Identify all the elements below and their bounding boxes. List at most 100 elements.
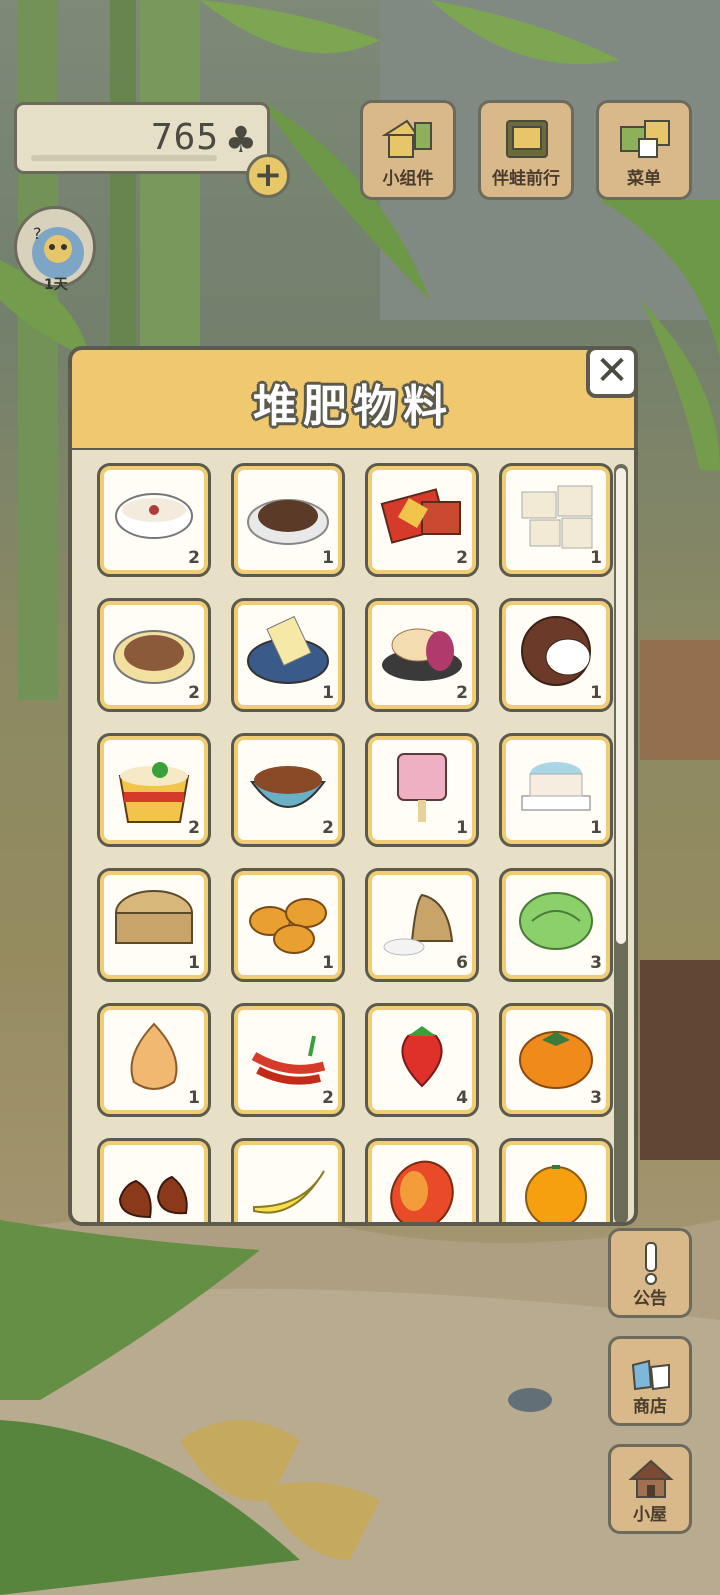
widget-label: 小组件 [382,169,434,189]
rice-porridge-icon [115,493,193,539]
widget-button[interactable]: 小组件 [360,100,456,200]
close-button[interactable]: ✕ [586,346,638,398]
item-slot[interactable]: 1 [231,868,345,982]
item-quantity: 2 [188,683,200,703]
persimmon-icon [519,1031,593,1089]
coffee-beans-icon [247,499,329,545]
mango-icon [390,1160,454,1222]
panel-header: 堆肥物料 [68,346,638,448]
notice-exclamation-icon [645,1242,657,1285]
item-quantity: 1 [322,548,334,568]
onion-icon [130,1022,178,1090]
cabbage-icon [519,892,593,950]
item-slot[interactable]: 2 [365,1138,479,1226]
item-quantity: 1 [456,818,468,838]
journey-book-icon [506,120,548,158]
item-quantity: 1 [188,1088,200,1108]
house-label: 小屋 [633,1505,667,1525]
noodle-cup-icon [118,762,190,823]
stewed-peanuts-icon [250,766,326,808]
orange-icon [525,1165,587,1222]
banana-icon [253,1170,325,1214]
scrollbar-thumb[interactable] [616,468,626,944]
item-slot[interactable]: 1 [231,463,345,577]
item-slot[interactable]: 1 [499,598,613,712]
item-slot[interactable]: 6 [365,868,479,982]
strawberry-icon [401,1026,443,1088]
clover-icon: ♣ [224,120,257,161]
item-quantity: 1 [188,953,200,973]
house-icon [628,1459,674,1498]
item-quantity: 2 [188,548,200,568]
item-slot[interactable]: 3 [499,1003,613,1117]
clover-bar [31,155,217,161]
item-quantity: 1 [322,1223,334,1226]
item-quantity: 4 [456,1088,468,1108]
notice-button[interactable]: 公告 [608,1228,692,1318]
item-slot[interactable]: 1 [97,868,211,982]
notice-label: 公告 [633,1289,667,1309]
coconut-icon [521,616,591,686]
layer-cake-icon [521,762,591,811]
svg-text:?: ? [33,224,42,243]
menu-label: 菜单 [627,169,661,189]
shop-label: 商店 [633,1397,667,1417]
item-quantity: 1 [322,683,334,703]
item-quantity: 3 [590,953,602,973]
item-quantity: 2 [322,818,334,838]
house-button[interactable]: 小屋 [608,1444,692,1534]
nougat-icon [521,485,593,549]
item-slot[interactable]: 2 [365,598,479,712]
item-slot[interactable]: 2 [97,733,211,847]
compost-materials-panel: 堆肥物料 2 1 2 1 2 1 2 1 2 2 1 1 1 1 6 3 1 2 4 3 4 1 2 5 [68,346,638,1226]
journey-button[interactable]: 伴蛙前行 [478,100,574,200]
item-slot[interactable]: 2 [231,733,345,847]
menu-cards-icon [620,120,670,158]
item-quantity: 1 [322,953,334,973]
egg-tarts-icon [249,898,327,954]
menu-button[interactable]: 菜单 [596,100,692,200]
chestnuts-icon [118,1175,188,1219]
item-quantity: 4 [188,1223,200,1226]
soybean-basket-icon [115,890,193,944]
scrollbar[interactable] [614,464,628,1222]
item-slot[interactable]: 2 [365,463,479,577]
item-slot[interactable]: 5 [499,1138,613,1222]
panel-title: 堆肥物料 [253,381,453,432]
item-slot[interactable]: 1 [231,1138,345,1226]
item-slot[interactable]: 1 [499,733,613,847]
item-slot[interactable]: 2 [97,598,211,712]
item-slot[interactable]: 2 [231,1003,345,1117]
item-slot[interactable]: 4 [365,1003,479,1117]
item-quantity: 2 [456,1223,468,1226]
shop-bags-icon [631,1359,670,1391]
clover-counter: 765 ♣ [14,102,270,174]
item-slot[interactable]: 1 [365,733,479,847]
item-slot[interactable]: 1 [231,598,345,712]
journey-label: 伴蛙前行 [492,169,560,189]
item-quantity: 1 [590,683,602,703]
item-quantity: 2 [456,548,468,568]
item-quantity: 2 [456,683,468,703]
clover-count: 765 [150,117,219,158]
item-quantity: 6 [456,953,468,973]
widget-icon [381,119,432,158]
chili-peppers-icon [251,1035,326,1085]
item-slot[interactable]: 4 [97,1138,211,1226]
item-grid[interactable]: 2 1 2 1 2 1 2 1 2 2 1 1 1 1 6 3 1 2 4 3 4 1 2 5 [68,448,638,1226]
item-quantity: 1 [590,548,602,568]
peanuts-plate-icon [113,630,195,684]
add-clover-button[interactable]: + [246,154,290,198]
item-slot[interactable]: 3 [499,868,613,982]
popsicle-plate-icon [247,615,329,684]
red-gift-box-icon [380,488,461,544]
taro-cake-icon [382,628,462,681]
shop-button[interactable]: 商店 [608,1336,692,1426]
travel-days-label: 1天 [44,277,68,293]
item-slot[interactable]: 1 [499,463,613,577]
item-quantity: 2 [322,1088,334,1108]
item-slot[interactable]: 2 [97,463,211,577]
item-slot[interactable]: 1 [97,1003,211,1117]
rice-sack-icon [383,893,454,956]
item-quantity: 2 [188,818,200,838]
